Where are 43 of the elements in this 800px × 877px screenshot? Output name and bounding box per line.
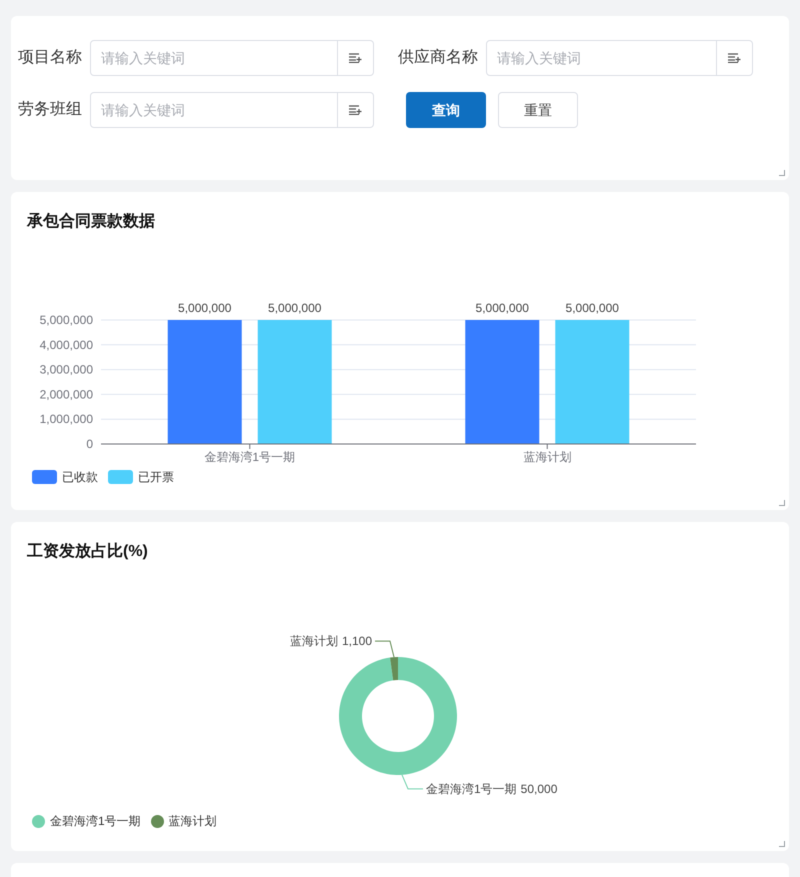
data-label: 5,000,000: [566, 301, 619, 315]
slice-label: 蓝海计划: [290, 634, 338, 648]
field-label: 供应商名称: [397, 48, 479, 68]
data-label: 5,000,000: [476, 301, 529, 315]
axis-tick-label: 0: [86, 437, 93, 451]
category-label: 金碧海湾1号一期: [204, 450, 296, 464]
leader-line: [401, 774, 424, 790]
legend-label[interactable]: 已收款: [62, 468, 98, 486]
list-filter-icon: [349, 53, 362, 63]
data-label: 5,000,000: [268, 301, 322, 315]
leader-line: [374, 640, 395, 658]
legend-label[interactable]: 金碧海湾1号一期: [50, 812, 141, 830]
legend-label[interactable]: 已开票: [138, 468, 174, 486]
search-field[interactable]: 请输入关键词: [90, 40, 338, 76]
reset-button[interactable]: 重置: [498, 92, 578, 128]
slice-label: 金碧海湾1号一期: [426, 782, 517, 796]
panel-title: 工资发放占比(%): [26, 542, 149, 562]
slice-value: 50,000: [520, 782, 558, 796]
axis-tick-label: 1,000,000: [40, 412, 93, 426]
search-button[interactable]: 查询: [406, 92, 486, 128]
list-filter-icon: [349, 105, 362, 115]
panel-title: 承包合同票款数据: [26, 212, 156, 232]
category-label: 蓝海计划: [523, 450, 572, 464]
resize-handle-icon[interactable]: [779, 841, 785, 847]
axis-tick-label: 2,000,000: [40, 387, 93, 402]
data-label: 5,000,000: [178, 301, 232, 315]
filter-button[interactable]: [338, 40, 374, 76]
filter-button[interactable]: [338, 92, 374, 128]
axis-tick: [249, 444, 250, 450]
axis-tick-label: 5,000,000: [40, 313, 93, 327]
resize-handle-icon[interactable]: [779, 170, 785, 176]
search-field[interactable]: 请输入关键词: [486, 40, 717, 76]
field-label: 项目名称: [18, 48, 83, 68]
legend-label[interactable]: 蓝海计划: [168, 812, 217, 830]
search-field[interactable]: 请输入关键词: [90, 92, 338, 128]
list-filter-icon: [728, 53, 741, 63]
resize-handle-icon[interactable]: [779, 500, 785, 506]
axis-tick: [546, 444, 548, 450]
filter-button[interactable]: [717, 40, 753, 76]
slice-value: 1,100: [342, 634, 372, 648]
field-label: 劳务班组: [18, 100, 83, 120]
axis-tick-label: 4,000,000: [40, 338, 93, 352]
axis-tick-label: 3,000,000: [40, 362, 93, 377]
